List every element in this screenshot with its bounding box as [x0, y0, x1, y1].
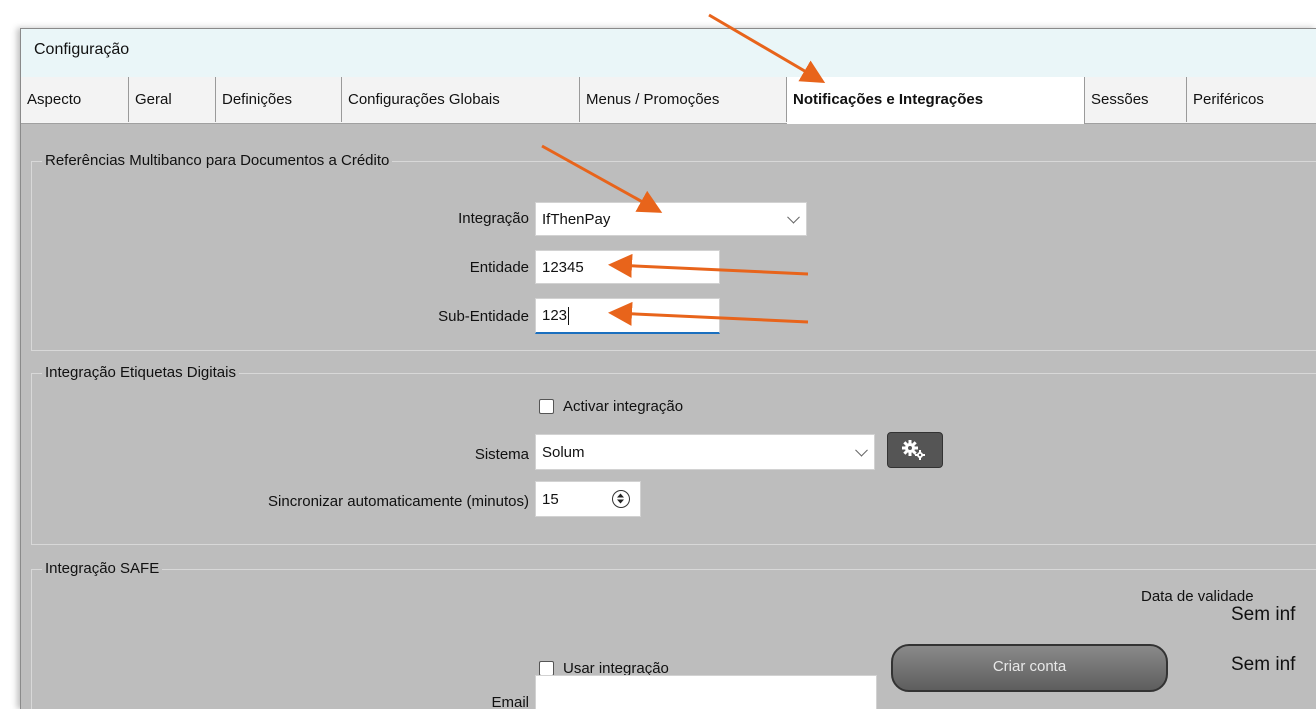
text-cursor: [568, 306, 570, 325]
entidade-value: 12345: [542, 258, 584, 276]
subentidade-label: Sub-Entidade: [438, 308, 529, 325]
chevron-down-icon: [787, 210, 800, 224]
data-validade-label: Data de validade: [1141, 588, 1254, 605]
tab-geral[interactable]: Geral: [129, 77, 216, 122]
usar-integracao-checkbox[interactable]: [539, 661, 554, 676]
criar-conta-button[interactable]: Criar conta: [891, 644, 1168, 692]
subentidade-value: 123: [542, 307, 568, 324]
tab-configuracoes-globais[interactable]: Configurações Globais: [342, 77, 580, 122]
sem-info-text-1: Sem inf: [1231, 604, 1296, 625]
entidade-input[interactable]: 12345: [535, 250, 720, 284]
gear-icon: [902, 440, 925, 460]
sync-label: Sincronizar automaticamente (minutos): [268, 493, 529, 510]
tab-sessoes[interactable]: Sessões: [1085, 77, 1187, 122]
entidade-label: Entidade: [469, 259, 529, 276]
tab-strip: Aspecto Geral Definições Configurações G…: [21, 77, 1316, 124]
sistema-select[interactable]: Solum: [535, 434, 875, 470]
activar-integracao-checkbox[interactable]: [539, 399, 554, 414]
tab-perifericos[interactable]: Periféricos: [1187, 77, 1316, 122]
integracao-select[interactable]: IfThenPay: [535, 202, 807, 236]
integracao-value: IfThenPay: [542, 210, 611, 228]
tab-menus-promocoes[interactable]: Menus / Promoções: [580, 77, 787, 122]
sistema-value: Solum: [542, 443, 585, 461]
tab-definicoes[interactable]: Definições: [216, 77, 342, 122]
safe-legend: Integração SAFE: [42, 560, 163, 577]
window-title: Configuração: [34, 41, 130, 58]
tab-aspecto[interactable]: Aspecto: [21, 77, 129, 122]
configuration-window: Configuração Aspecto Geral Definições Co…: [20, 28, 1316, 709]
spinner-updown-icon[interactable]: [612, 490, 630, 508]
activar-integracao-label[interactable]: Activar integração: [563, 398, 683, 415]
etiquetas-legend: Integração Etiquetas Digitais: [42, 364, 239, 381]
integracao-label: Integração: [458, 210, 529, 227]
sistema-label: Sistema: [474, 446, 529, 463]
sync-minutes-value: 15: [542, 490, 559, 508]
tab-notificacoes-integracoes[interactable]: Notificações e Integrações: [787, 77, 1085, 124]
subentidade-input[interactable]: 123: [535, 298, 720, 334]
sem-info-text-2: Sem inf: [1231, 654, 1296, 675]
chevron-down-icon: [855, 443, 868, 457]
email-label: Email: [491, 694, 529, 709]
email-input[interactable]: [535, 675, 877, 709]
multibanco-legend: Referências Multibanco para Documentos a…: [42, 152, 393, 169]
sistema-settings-button[interactable]: [887, 432, 943, 468]
title-bar: Configuração: [21, 29, 1316, 78]
